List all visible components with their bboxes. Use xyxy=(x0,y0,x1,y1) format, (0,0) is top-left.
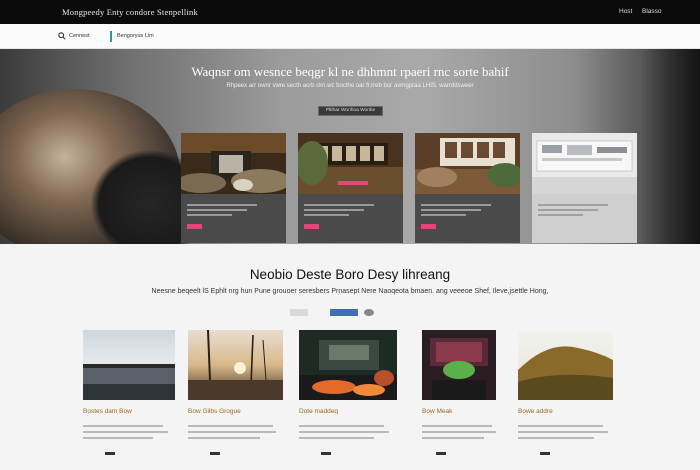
gallery-4-image xyxy=(422,330,496,400)
gallery-text-line xyxy=(83,431,168,433)
gallery-item-4[interactable]: Bow Meak xyxy=(422,330,496,455)
gallery-item-2[interactable]: Bow Gilbs Grogue xyxy=(188,329,283,455)
gallery-read-more[interactable] xyxy=(321,452,331,455)
sub-bar: Cennest Bengoryus Lim xyxy=(0,24,700,49)
hero-title: Waqnsr om wesnce beqgr kl ne dhhmnt rpae… xyxy=(191,64,509,79)
card-text-line xyxy=(304,214,349,216)
gallery-text-line xyxy=(299,425,384,427)
hero-card-2[interactable] xyxy=(298,133,403,243)
nav-link-host[interactable]: Host xyxy=(619,8,632,15)
gallery-3-image xyxy=(299,330,397,400)
section-title: Neobio Deste Boro Desy lihreang xyxy=(249,267,451,282)
card-1-tag[interactable] xyxy=(187,224,202,229)
card-text-line xyxy=(538,204,608,206)
divider xyxy=(110,31,112,42)
card-text-line xyxy=(304,209,364,211)
card-text-line xyxy=(187,204,257,206)
badge-1[interactable] xyxy=(290,309,308,316)
gallery-text-line xyxy=(83,437,153,439)
card-text-line xyxy=(421,214,466,216)
gallery-read-more[interactable] xyxy=(540,452,550,455)
gallery-read-more[interactable] xyxy=(105,452,115,455)
card-text-line xyxy=(187,214,232,216)
card-4-image xyxy=(532,133,637,194)
hero-subtitle: Rhpeex arr ownr vwre secth acrb ckn.wc b… xyxy=(226,83,474,89)
gallery-2-image xyxy=(188,329,283,400)
gallery-text-line xyxy=(518,431,608,433)
gallery-text-line xyxy=(518,437,594,439)
hero-card-1[interactable] xyxy=(181,133,286,243)
breadcrumb[interactable]: Bengoryus Lim xyxy=(117,33,154,39)
section-subtitle: Neesne beqeelt lS Ephlt nrg hun Pune gro… xyxy=(151,288,549,295)
gallery-read-more[interactable] xyxy=(436,452,446,455)
card-3-tag[interactable] xyxy=(421,224,436,229)
card-text-line xyxy=(538,209,598,211)
badge-2[interactable] xyxy=(330,309,358,316)
card-text-line xyxy=(187,209,247,211)
gallery-text-line xyxy=(188,425,273,427)
hero-button[interactable]: Pltthar Wonhoa Wonbe xyxy=(318,106,383,116)
gallery-text-line xyxy=(518,425,603,427)
hero-card-4[interactable] xyxy=(532,133,637,243)
gallery-item-title[interactable]: Bow Meak xyxy=(422,408,452,415)
gallery-5-image xyxy=(518,330,613,400)
gallery-item-title[interactable]: Bowe addre xyxy=(518,408,553,415)
card-text-line xyxy=(538,214,583,216)
gallery-text-line xyxy=(422,437,484,439)
gallery-text-line xyxy=(188,431,276,433)
gallery-text-line xyxy=(188,437,260,439)
card-text-line xyxy=(421,204,491,206)
gallery-item-3[interactable]: Dote maddeq xyxy=(299,330,397,455)
card-1-image xyxy=(181,133,286,194)
gallery-text-line xyxy=(299,437,374,439)
hero-card-3[interactable] xyxy=(415,133,520,243)
card-2-tag[interactable] xyxy=(304,224,319,229)
gallery-item-5[interactable]: Bowe addre xyxy=(518,330,613,455)
brand-name[interactable]: Mongpeedy Enty condore Stenpellink xyxy=(62,7,198,17)
gallery-text-line xyxy=(422,431,496,433)
gallery-text-line xyxy=(83,425,163,427)
gallery-text-line xyxy=(422,425,492,427)
badge-3-icon[interactable] xyxy=(364,309,374,316)
gallery-item-1[interactable]: Bostes dam Bow xyxy=(83,330,175,455)
gallery-text-line xyxy=(299,431,389,433)
top-bar: Mongpeedy Enty condore Stenpellink Host … xyxy=(0,0,700,24)
card-3-image xyxy=(415,133,520,194)
search-icon[interactable] xyxy=(58,32,66,40)
search-label[interactable]: Cennest xyxy=(69,33,90,39)
gallery-item-title[interactable]: Bostes dam Bow xyxy=(83,408,132,415)
nav-link-blasso[interactable]: Blasso xyxy=(642,8,662,15)
card-text-line xyxy=(304,204,374,206)
card-2-image xyxy=(298,133,403,194)
card-text-line xyxy=(421,209,481,211)
gallery-read-more[interactable] xyxy=(210,452,220,455)
gallery-1-image xyxy=(83,330,175,400)
hero-banner: Waqnsr om wesnce beqgr kl ne dhhmnt rpae… xyxy=(0,49,700,244)
gallery-item-title[interactable]: Bow Gilbs Grogue xyxy=(188,408,241,415)
gallery-item-title[interactable]: Dote maddeq xyxy=(299,408,338,415)
